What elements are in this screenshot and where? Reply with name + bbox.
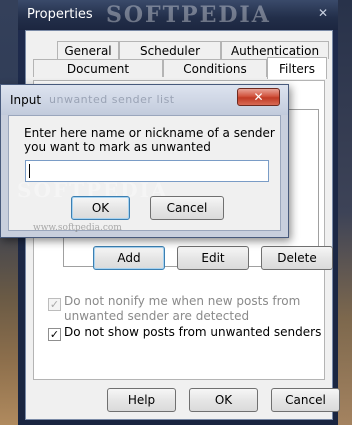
delete-button[interactable]: Delete [261,246,333,270]
tab-general[interactable]: General [57,41,119,59]
help-button[interactable]: Help [107,388,176,412]
input-dialog-titlebar[interactable]: Input unwanted sender list ✕ [1,85,288,115]
input-dialog: Input unwanted sender list ✕ Enter here … [0,84,289,238]
notify-unwanted-label: Do not nonify me when new posts from unw… [64,294,301,323]
properties-title: Properties [27,7,93,22]
input-dialog-title: Input [10,93,42,107]
ok-button[interactable]: OK [189,388,258,412]
watermark-small: www.softpedia.com [33,223,122,233]
edit-button[interactable]: Edit [177,246,249,270]
add-button[interactable]: Add [93,246,165,270]
cancel-button[interactable]: Cancel [271,388,340,412]
watermark-top: SOFTPEDIA [106,2,271,28]
tab-document[interactable]: Document [33,59,163,77]
notify-unwanted-checkbox: ✓ [48,298,61,311]
tab-conditions[interactable]: Conditions [163,59,267,77]
text-caret [29,164,30,178]
hide-unwanted-checkbox[interactable]: ✓ [48,328,61,341]
desktop-background-right [338,0,352,425]
input-dialog-body: Enter here name or nickname of a sender … [8,115,281,233]
tab-filters[interactable]: Filters [267,57,327,79]
properties-titlebar[interactable]: Properties SOFTPEDIA ✕ [18,0,338,30]
tab-scheduler[interactable]: Scheduler [119,41,221,59]
input-dialog-title-faded: unwanted sender list [49,93,175,106]
hide-unwanted-label: Do not show posts from unwanted senders [64,325,322,339]
input-ok-button[interactable]: OK [71,196,130,220]
input-cancel-button[interactable]: Cancel [150,196,224,220]
input-dialog-close-icon[interactable]: ✕ [237,88,280,106]
properties-close-icon[interactable]: ✕ [310,4,336,22]
input-dialog-prompt: Enter here name or nickname of a sender … [24,126,275,154]
